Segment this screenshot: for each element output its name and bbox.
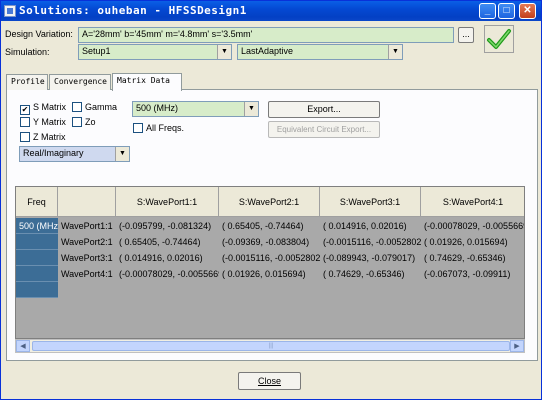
setup-select-value: Setup1 (82, 46, 111, 56)
checkbox-checked-icon: ✔ (20, 105, 30, 115)
freq-value: 500 (MHz) (19, 221, 62, 231)
horizontal-scrollbar[interactable]: ◀ ||| ▶ (15, 339, 525, 353)
ok-status-box (484, 25, 514, 53)
row-label: WavePort4:1 (58, 266, 116, 282)
design-variation-label: Design Variation: (5, 29, 73, 39)
simulation-label: Simulation: (5, 47, 50, 57)
export-button[interactable]: Export... (268, 101, 380, 118)
table-cell[interactable]: (-0.089943, -0.079017) (320, 250, 421, 266)
checkbox-icon (20, 117, 30, 127)
all-freqs-label: All Freqs. (146, 123, 185, 133)
column-header[interactable]: S:WavePort3:1 (320, 187, 421, 217)
tab-matrix-data[interactable]: Matrix Data (112, 73, 182, 91)
row-label: WavePort3:1 (58, 250, 116, 266)
table-cell[interactable]: (-0.095799, -0.081324) (116, 218, 219, 234)
s-matrix-label: S Matrix (33, 102, 67, 112)
design-variation-field[interactable]: A='28mm' b='45mm' m='4.8mm' s='3.5mm' (78, 27, 454, 43)
table-cell[interactable]: ( 0.014916, 0.02016) (320, 218, 421, 234)
checkbox-icon (133, 123, 143, 133)
s-matrix-checkbox[interactable]: ✔ S Matrix (20, 102, 66, 115)
equivalent-circuit-export-button[interactable]: Equivalent Circuit Export... (268, 121, 380, 138)
checkbox-icon (72, 102, 82, 112)
table-cell[interactable]: (-0.09369, -0.083804) (219, 234, 320, 250)
solution-select[interactable]: LastAdaptive ▼ (237, 44, 403, 60)
table-cell[interactable]: ( 0.01926, 0.015694) (219, 266, 320, 282)
matrix-grid: Freq S:WavePort1:1 S:WavePort2:1 S:WaveP… (15, 186, 525, 339)
checkmark-icon (487, 29, 511, 49)
minimize-button[interactable]: _ (479, 3, 496, 19)
browse-variation-button[interactable]: ... (458, 27, 474, 43)
table-cell[interactable]: ( 0.65405, -0.74464) (219, 218, 320, 234)
table-cell[interactable]: (-0.00078029, -0.0055669 (421, 218, 524, 234)
scrollbar-thumb[interactable]: ||| (32, 341, 510, 351)
window-title: Solutions: ouheban - HFSSDesign1 (19, 4, 247, 17)
chevron-down-icon: ▼ (115, 147, 129, 161)
table-cell[interactable]: ( 0.01926, 0.015694) (421, 234, 524, 250)
chevron-down-icon: ▼ (244, 102, 258, 116)
row-label: WavePort2:1 (58, 234, 116, 250)
setup-select[interactable]: Setup1 ▼ (78, 44, 232, 60)
table-cell[interactable]: (-0.0015116, -0.0052802) (320, 234, 421, 250)
table-cell[interactable]: ( 0.014916, 0.02016) (116, 250, 219, 266)
app-icon (4, 5, 16, 17)
all-freqs-checkbox[interactable]: All Freqs. (133, 123, 184, 133)
frequency-select-value: 500 (MHz) (136, 103, 179, 113)
freq-cell[interactable]: 500 (MHz) (16, 218, 62, 234)
table-cell[interactable]: ( 0.74629, -0.65346) (320, 266, 421, 282)
chevron-down-icon: ▼ (388, 45, 402, 59)
table-cell[interactable]: (-0.0015116, -0.0052802) (219, 250, 320, 266)
freq-cell[interactable] (16, 282, 58, 298)
freq-cell[interactable] (16, 250, 58, 266)
column-header[interactable]: S:WavePort2:1 (219, 187, 320, 217)
checkbox-icon (72, 117, 82, 127)
table-cell[interactable]: (-0.067073, -0.09911) (421, 266, 524, 282)
solution-select-value: LastAdaptive (241, 46, 294, 56)
arrow-right-icon[interactable]: ▶ (510, 340, 524, 352)
freq-column-header[interactable]: Freq (16, 187, 58, 217)
checkbox-icon (20, 132, 30, 142)
frequency-select[interactable]: 500 (MHz) ▼ (132, 101, 259, 117)
column-header[interactable]: S:WavePort4:1 (421, 187, 524, 217)
y-matrix-label: Y Matrix (33, 117, 66, 127)
close-window-button[interactable]: ✕ (519, 3, 536, 19)
freq-cell[interactable] (16, 266, 58, 282)
format-select[interactable]: Real/Imaginary ▼ (19, 146, 130, 162)
table-cell[interactable]: ( 0.74629, -0.65346) (421, 250, 524, 266)
solutions-window: Solutions: ouheban - HFSSDesign1 _ □ ✕ D… (0, 0, 542, 400)
zo-label: Zo (85, 117, 96, 127)
row-label-column-header (58, 187, 116, 217)
table-cell[interactable]: (-0.00078029, -0.0055669) (116, 266, 219, 282)
close-button[interactable]: Close (238, 372, 301, 390)
gamma-checkbox[interactable]: Gamma (72, 102, 117, 112)
maximize-button[interactable]: □ (498, 3, 515, 19)
zo-checkbox[interactable]: Zo (72, 117, 96, 127)
gamma-label: Gamma (85, 102, 118, 112)
tab-profile[interactable]: Profile (6, 74, 48, 90)
table-cell[interactable]: ( 0.65405, -0.74464) (116, 234, 219, 250)
arrow-left-icon[interactable]: ◀ (16, 340, 30, 352)
column-header[interactable]: S:WavePort1:1 (116, 187, 219, 217)
chevron-down-icon: ▼ (217, 45, 231, 59)
z-matrix-label: Z Matrix (33, 132, 66, 142)
z-matrix-checkbox[interactable]: Z Matrix (20, 132, 66, 142)
format-select-value: Real/Imaginary (23, 148, 84, 158)
title-bar[interactable]: Solutions: ouheban - HFSSDesign1 _ □ ✕ (1, 1, 541, 21)
freq-cell[interactable] (16, 234, 58, 250)
tab-convergence[interactable]: Convergence (49, 74, 111, 90)
row-label: WavePort1:1 (58, 218, 116, 234)
close-button-label: Close (257, 376, 281, 386)
y-matrix-checkbox[interactable]: Y Matrix (20, 117, 66, 127)
